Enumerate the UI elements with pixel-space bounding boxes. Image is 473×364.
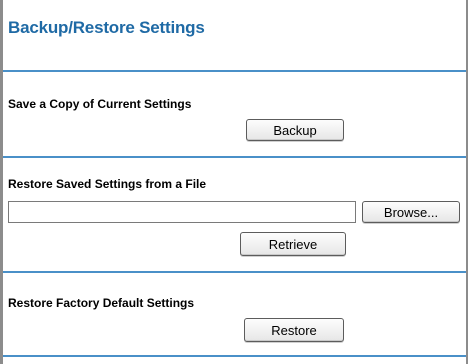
section-divider-2 <box>3 271 466 273</box>
restore-button[interactable]: Restore <box>244 318 344 342</box>
factory-default-label: Restore Factory Default Settings <box>8 296 195 310</box>
section-divider-1 <box>3 156 466 158</box>
retrieve-button[interactable]: Retrieve <box>240 232 346 256</box>
backup-button[interactable]: Backup <box>246 119 344 141</box>
page-title: Backup/Restore Settings <box>8 18 205 37</box>
restore-file-label: Restore Saved Settings from a File <box>8 177 207 191</box>
restore-file-input[interactable] <box>8 201 356 223</box>
section-divider-3 <box>3 355 466 357</box>
title-divider <box>3 70 466 72</box>
save-copy-label: Save a Copy of Current Settings <box>8 97 192 111</box>
browse-button[interactable]: Browse... <box>362 201 460 223</box>
